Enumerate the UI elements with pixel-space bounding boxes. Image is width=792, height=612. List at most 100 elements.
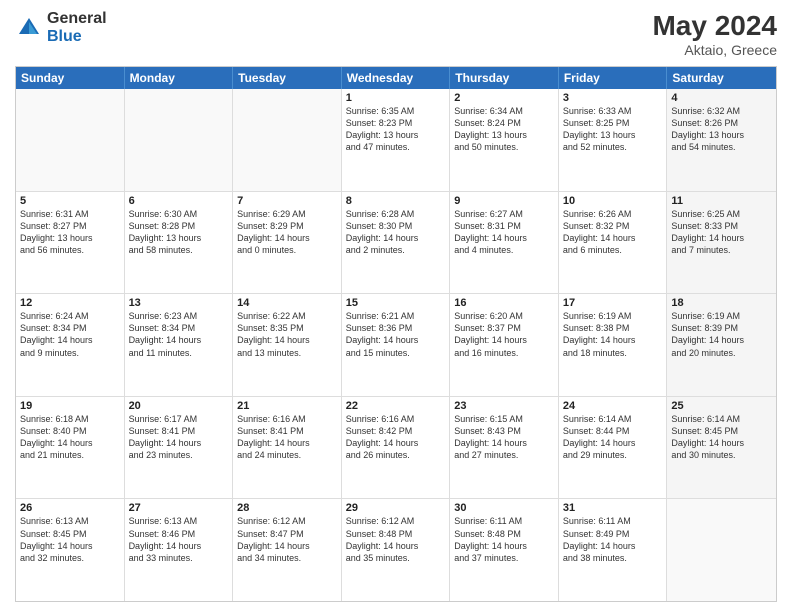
cell-info-line: Sunrise: 6:14 AM bbox=[671, 413, 772, 425]
cell-info-line: Sunrise: 6:19 AM bbox=[671, 310, 772, 322]
day-number: 30 bbox=[454, 502, 554, 514]
cell-info-line: and 38 minutes. bbox=[563, 552, 663, 564]
cell-info-line: and 54 minutes. bbox=[671, 141, 772, 153]
cell-info-line: Sunset: 8:45 PM bbox=[20, 528, 120, 540]
cell-info-line: and 27 minutes. bbox=[454, 449, 554, 461]
calendar: SundayMondayTuesdayWednesdayThursdayFrid… bbox=[15, 66, 777, 602]
cell-info-line: Sunrise: 6:24 AM bbox=[20, 310, 120, 322]
day-number: 10 bbox=[563, 195, 663, 207]
cell-info-line: Sunset: 8:42 PM bbox=[346, 425, 446, 437]
cell-info-line: Daylight: 14 hours bbox=[563, 334, 663, 346]
cal-day-12: 12Sunrise: 6:24 AMSunset: 8:34 PMDayligh… bbox=[16, 294, 125, 396]
logo-icon bbox=[15, 14, 43, 42]
cell-info-line: Daylight: 14 hours bbox=[563, 232, 663, 244]
day-number: 1 bbox=[346, 92, 446, 104]
cal-week-4: 19Sunrise: 6:18 AMSunset: 8:40 PMDayligh… bbox=[16, 397, 776, 500]
day-number: 13 bbox=[129, 297, 229, 309]
cell-info-line: Sunset: 8:28 PM bbox=[129, 220, 229, 232]
cell-info-line: Sunset: 8:24 PM bbox=[454, 117, 554, 129]
cal-empty-cell bbox=[125, 89, 234, 191]
day-number: 21 bbox=[237, 400, 337, 412]
day-number: 12 bbox=[20, 297, 120, 309]
day-number: 3 bbox=[563, 92, 663, 104]
cell-info-line: Sunrise: 6:16 AM bbox=[346, 413, 446, 425]
day-number: 8 bbox=[346, 195, 446, 207]
header: General Blue May 2024 Aktaio, Greece bbox=[15, 10, 777, 58]
cal-day-31: 31Sunrise: 6:11 AMSunset: 8:49 PMDayligh… bbox=[559, 499, 668, 601]
cal-day-20: 20Sunrise: 6:17 AMSunset: 8:41 PMDayligh… bbox=[125, 397, 234, 499]
cell-info-line: Sunset: 8:41 PM bbox=[237, 425, 337, 437]
cal-header-saturday: Saturday bbox=[667, 67, 776, 89]
day-number: 27 bbox=[129, 502, 229, 514]
calendar-header-row: SundayMondayTuesdayWednesdayThursdayFrid… bbox=[16, 67, 776, 89]
cell-info-line: Sunset: 8:47 PM bbox=[237, 528, 337, 540]
day-number: 29 bbox=[346, 502, 446, 514]
title-block: May 2024 Aktaio, Greece bbox=[652, 10, 777, 58]
cell-info-line: Sunrise: 6:25 AM bbox=[671, 208, 772, 220]
cell-info-line: Sunrise: 6:21 AM bbox=[346, 310, 446, 322]
cal-day-11: 11Sunrise: 6:25 AMSunset: 8:33 PMDayligh… bbox=[667, 192, 776, 294]
day-number: 6 bbox=[129, 195, 229, 207]
cal-day-8: 8Sunrise: 6:28 AMSunset: 8:30 PMDaylight… bbox=[342, 192, 451, 294]
day-number: 25 bbox=[671, 400, 772, 412]
cell-info-line: Daylight: 13 hours bbox=[454, 129, 554, 141]
cell-info-line: Sunset: 8:40 PM bbox=[20, 425, 120, 437]
cell-info-line: Daylight: 14 hours bbox=[671, 437, 772, 449]
cell-info-line: Sunrise: 6:22 AM bbox=[237, 310, 337, 322]
cell-info-line: Sunrise: 6:13 AM bbox=[129, 515, 229, 527]
cell-info-line: Sunrise: 6:13 AM bbox=[20, 515, 120, 527]
cell-info-line: and 9 minutes. bbox=[20, 347, 120, 359]
cell-info-line: Sunset: 8:31 PM bbox=[454, 220, 554, 232]
cal-empty-cell bbox=[667, 499, 776, 601]
day-number: 28 bbox=[237, 502, 337, 514]
logo-general: General bbox=[47, 10, 107, 28]
calendar-body: 1Sunrise: 6:35 AMSunset: 8:23 PMDaylight… bbox=[16, 89, 776, 601]
cell-info-line: Sunset: 8:34 PM bbox=[20, 322, 120, 334]
cal-day-3: 3Sunrise: 6:33 AMSunset: 8:25 PMDaylight… bbox=[559, 89, 668, 191]
cell-info-line: Sunrise: 6:26 AM bbox=[563, 208, 663, 220]
cell-info-line: Sunset: 8:33 PM bbox=[671, 220, 772, 232]
page: General Blue May 2024 Aktaio, Greece Sun… bbox=[0, 0, 792, 612]
cell-info-line: Daylight: 14 hours bbox=[20, 334, 120, 346]
cal-day-26: 26Sunrise: 6:13 AMSunset: 8:45 PMDayligh… bbox=[16, 499, 125, 601]
cell-info-line: and 56 minutes. bbox=[20, 244, 120, 256]
cal-day-15: 15Sunrise: 6:21 AMSunset: 8:36 PMDayligh… bbox=[342, 294, 451, 396]
cell-info-line: Daylight: 14 hours bbox=[454, 232, 554, 244]
cal-day-6: 6Sunrise: 6:30 AMSunset: 8:28 PMDaylight… bbox=[125, 192, 234, 294]
logo-text: General Blue bbox=[47, 10, 107, 45]
cell-info-line: and 6 minutes. bbox=[563, 244, 663, 256]
cal-day-5: 5Sunrise: 6:31 AMSunset: 8:27 PMDaylight… bbox=[16, 192, 125, 294]
cal-day-27: 27Sunrise: 6:13 AMSunset: 8:46 PMDayligh… bbox=[125, 499, 234, 601]
cal-day-1: 1Sunrise: 6:35 AMSunset: 8:23 PMDaylight… bbox=[342, 89, 451, 191]
cal-header-monday: Monday bbox=[125, 67, 234, 89]
cell-info-line: and 37 minutes. bbox=[454, 552, 554, 564]
day-number: 16 bbox=[454, 297, 554, 309]
cal-header-sunday: Sunday bbox=[16, 67, 125, 89]
cal-week-1: 1Sunrise: 6:35 AMSunset: 8:23 PMDaylight… bbox=[16, 89, 776, 192]
cell-info-line: Daylight: 14 hours bbox=[563, 540, 663, 552]
cell-info-line: Sunset: 8:46 PM bbox=[129, 528, 229, 540]
day-number: 5 bbox=[20, 195, 120, 207]
day-number: 31 bbox=[563, 502, 663, 514]
cell-info-line: Daylight: 14 hours bbox=[671, 232, 772, 244]
cal-header-tuesday: Tuesday bbox=[233, 67, 342, 89]
cell-info-line: Daylight: 13 hours bbox=[671, 129, 772, 141]
cell-info-line: Sunset: 8:48 PM bbox=[454, 528, 554, 540]
cell-info-line: Sunset: 8:30 PM bbox=[346, 220, 446, 232]
cal-day-23: 23Sunrise: 6:15 AMSunset: 8:43 PMDayligh… bbox=[450, 397, 559, 499]
cell-info-line: Daylight: 14 hours bbox=[20, 540, 120, 552]
day-number: 15 bbox=[346, 297, 446, 309]
cell-info-line: Sunset: 8:39 PM bbox=[671, 322, 772, 334]
day-number: 4 bbox=[671, 92, 772, 104]
cell-info-line: Daylight: 14 hours bbox=[454, 334, 554, 346]
cell-info-line: Daylight: 14 hours bbox=[129, 540, 229, 552]
cell-info-line: and 4 minutes. bbox=[454, 244, 554, 256]
cell-info-line: and 26 minutes. bbox=[346, 449, 446, 461]
cal-day-2: 2Sunrise: 6:34 AMSunset: 8:24 PMDaylight… bbox=[450, 89, 559, 191]
day-number: 23 bbox=[454, 400, 554, 412]
cell-info-line: Daylight: 14 hours bbox=[454, 540, 554, 552]
cal-day-28: 28Sunrise: 6:12 AMSunset: 8:47 PMDayligh… bbox=[233, 499, 342, 601]
cell-info-line: Sunset: 8:44 PM bbox=[563, 425, 663, 437]
cell-info-line: Sunset: 8:34 PM bbox=[129, 322, 229, 334]
cell-info-line: Daylight: 14 hours bbox=[563, 437, 663, 449]
